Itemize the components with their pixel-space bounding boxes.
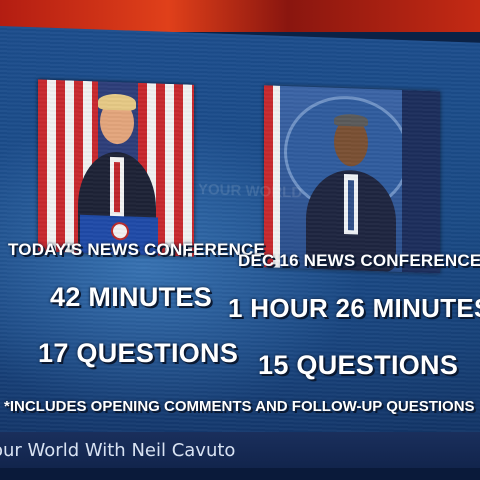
- flag-left-b: [138, 82, 194, 257]
- left-speaker-tie: [114, 161, 120, 213]
- right-speaker-shirt: [344, 174, 358, 235]
- watermark: YOUR WORLD: [198, 180, 303, 202]
- right-speaker-tie: [348, 180, 354, 231]
- flag-right-a: [264, 85, 280, 268]
- left-duration: 42 MINUTES: [50, 282, 213, 312]
- right-speaker-hair: [334, 113, 368, 127]
- left-heading: TODAY'S NEWS CONFERENCE: [8, 240, 266, 259]
- right-speaker-head: [334, 117, 368, 167]
- flag-left-a: [38, 79, 98, 254]
- footnote: *INCLUDES OPENING COMMENTS AND FOLLOW-UP…: [4, 398, 475, 415]
- left-speaker-head: [100, 99, 134, 145]
- show-title: our World With Neil Cavuto: [0, 440, 236, 461]
- podium-seal-icon: [111, 221, 129, 241]
- right-heading: DEC 16 NEWS CONFERENCE: [238, 251, 480, 270]
- left-speaker-photo: [38, 79, 194, 257]
- ticker-strip: [0, 468, 480, 480]
- left-questions: 17 QUESTIONS: [38, 338, 239, 368]
- right-duration: 1 HOUR 26 MINUTES: [228, 293, 480, 323]
- white-house-seal-icon: [284, 93, 410, 215]
- left-speaker-hair: [98, 93, 136, 111]
- backdrop: [264, 85, 440, 274]
- right-questions: 15 QUESTIONS: [258, 350, 459, 380]
- studio-light-glow: [0, 0, 480, 32]
- right-speaker-photo: [264, 85, 440, 274]
- flag-right-b: [402, 90, 440, 274]
- left-speaker-shirt: [110, 156, 124, 218]
